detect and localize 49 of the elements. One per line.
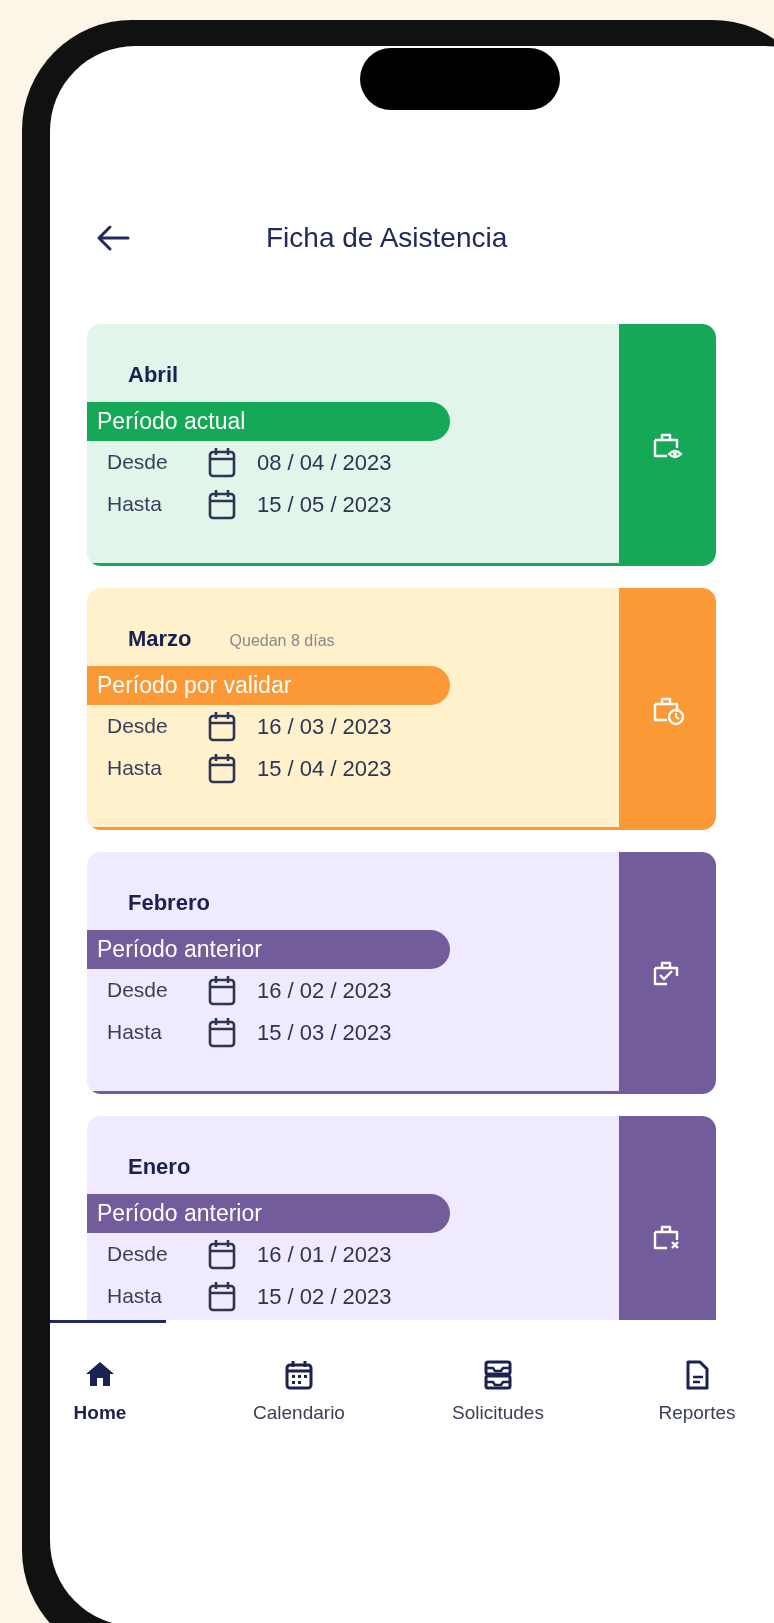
calendar-icon bbox=[207, 752, 237, 784]
date-value: 15 / 03 / 2023 bbox=[257, 1018, 392, 1047]
calendar-icon bbox=[283, 1359, 315, 1391]
calendar-icon bbox=[207, 446, 237, 478]
days-remaining-text: Quedan 8 días bbox=[229, 631, 335, 651]
nav-tab[interactable]: Home bbox=[50, 1359, 150, 1428]
calendar-icon bbox=[207, 488, 237, 520]
period-card[interactable]: Abril Período actual Desde 08 / 04 / 2023 Hasta 15 / 05 / 2023 bbox=[87, 324, 619, 566]
month-name: Enero bbox=[128, 1153, 191, 1181]
period-action-panel[interactable] bbox=[619, 1116, 716, 1320]
calendar-icon bbox=[207, 710, 237, 742]
date-label: Hasta bbox=[107, 491, 163, 518]
date-label: Hasta bbox=[107, 755, 163, 782]
period-action-panel[interactable] bbox=[619, 588, 716, 830]
calendar-icon bbox=[207, 1280, 237, 1312]
month-name: Abril bbox=[128, 361, 179, 389]
period-action-panel[interactable] bbox=[619, 852, 716, 1094]
date-value: 16 / 01 / 2023 bbox=[257, 1240, 392, 1269]
date-label: Desde bbox=[107, 449, 169, 476]
date-label: Desde bbox=[107, 977, 169, 1004]
period-status-tag: Período anterior bbox=[87, 930, 450, 969]
date-value: 15 / 04 / 2023 bbox=[257, 754, 392, 783]
back-arrow-icon[interactable] bbox=[96, 224, 130, 252]
period-card[interactable]: Marzo Quedan 8 días Período por validar Desde 16 / 03 / 2023 Hasta 15 / 04 / 2023 bbox=[87, 588, 619, 830]
month-name: Marzo bbox=[128, 625, 192, 653]
period-action-panel[interactable] bbox=[619, 324, 716, 566]
period-status-tag: Período anterior bbox=[87, 1194, 450, 1233]
calendar-icon bbox=[207, 1016, 237, 1048]
date-label: Desde bbox=[107, 713, 169, 740]
date-value: 15 / 05 / 2023 bbox=[257, 490, 392, 519]
inbox-tray-icon bbox=[482, 1359, 514, 1391]
nav-tab[interactable]: Calendario bbox=[249, 1359, 349, 1428]
calendar-icon bbox=[207, 1238, 237, 1270]
month-name: Febrero bbox=[128, 889, 210, 917]
period-card[interactable]: Febrero Período anterior Desde 16 / 02 / 2023 Hasta 15 / 03 / 2023 bbox=[87, 852, 619, 1094]
date-value: 08 / 04 / 2023 bbox=[257, 448, 392, 477]
date-value: 16 / 03 / 2023 bbox=[257, 712, 392, 741]
date-label: Hasta bbox=[107, 1019, 163, 1046]
nav-tab[interactable]: Reportes bbox=[647, 1359, 747, 1428]
period-status-tag: Período por validar bbox=[87, 666, 450, 705]
period-status-tag: Período actual bbox=[87, 402, 450, 441]
date-label: Hasta bbox=[107, 1283, 163, 1310]
date-label: Desde bbox=[107, 1241, 169, 1268]
date-value: 16 / 02 / 2023 bbox=[257, 976, 392, 1005]
period-card[interactable]: Enero Período anterior Desde 16 / 01 / 2023 Hasta 15 / 02 / 2023 bbox=[87, 1116, 619, 1320]
calendar-icon bbox=[207, 974, 237, 1006]
nav-tab[interactable]: Solicitudes bbox=[448, 1359, 548, 1428]
date-value: 15 / 02 / 2023 bbox=[257, 1282, 392, 1311]
screen-title: Ficha de Asistencia bbox=[266, 221, 508, 255]
